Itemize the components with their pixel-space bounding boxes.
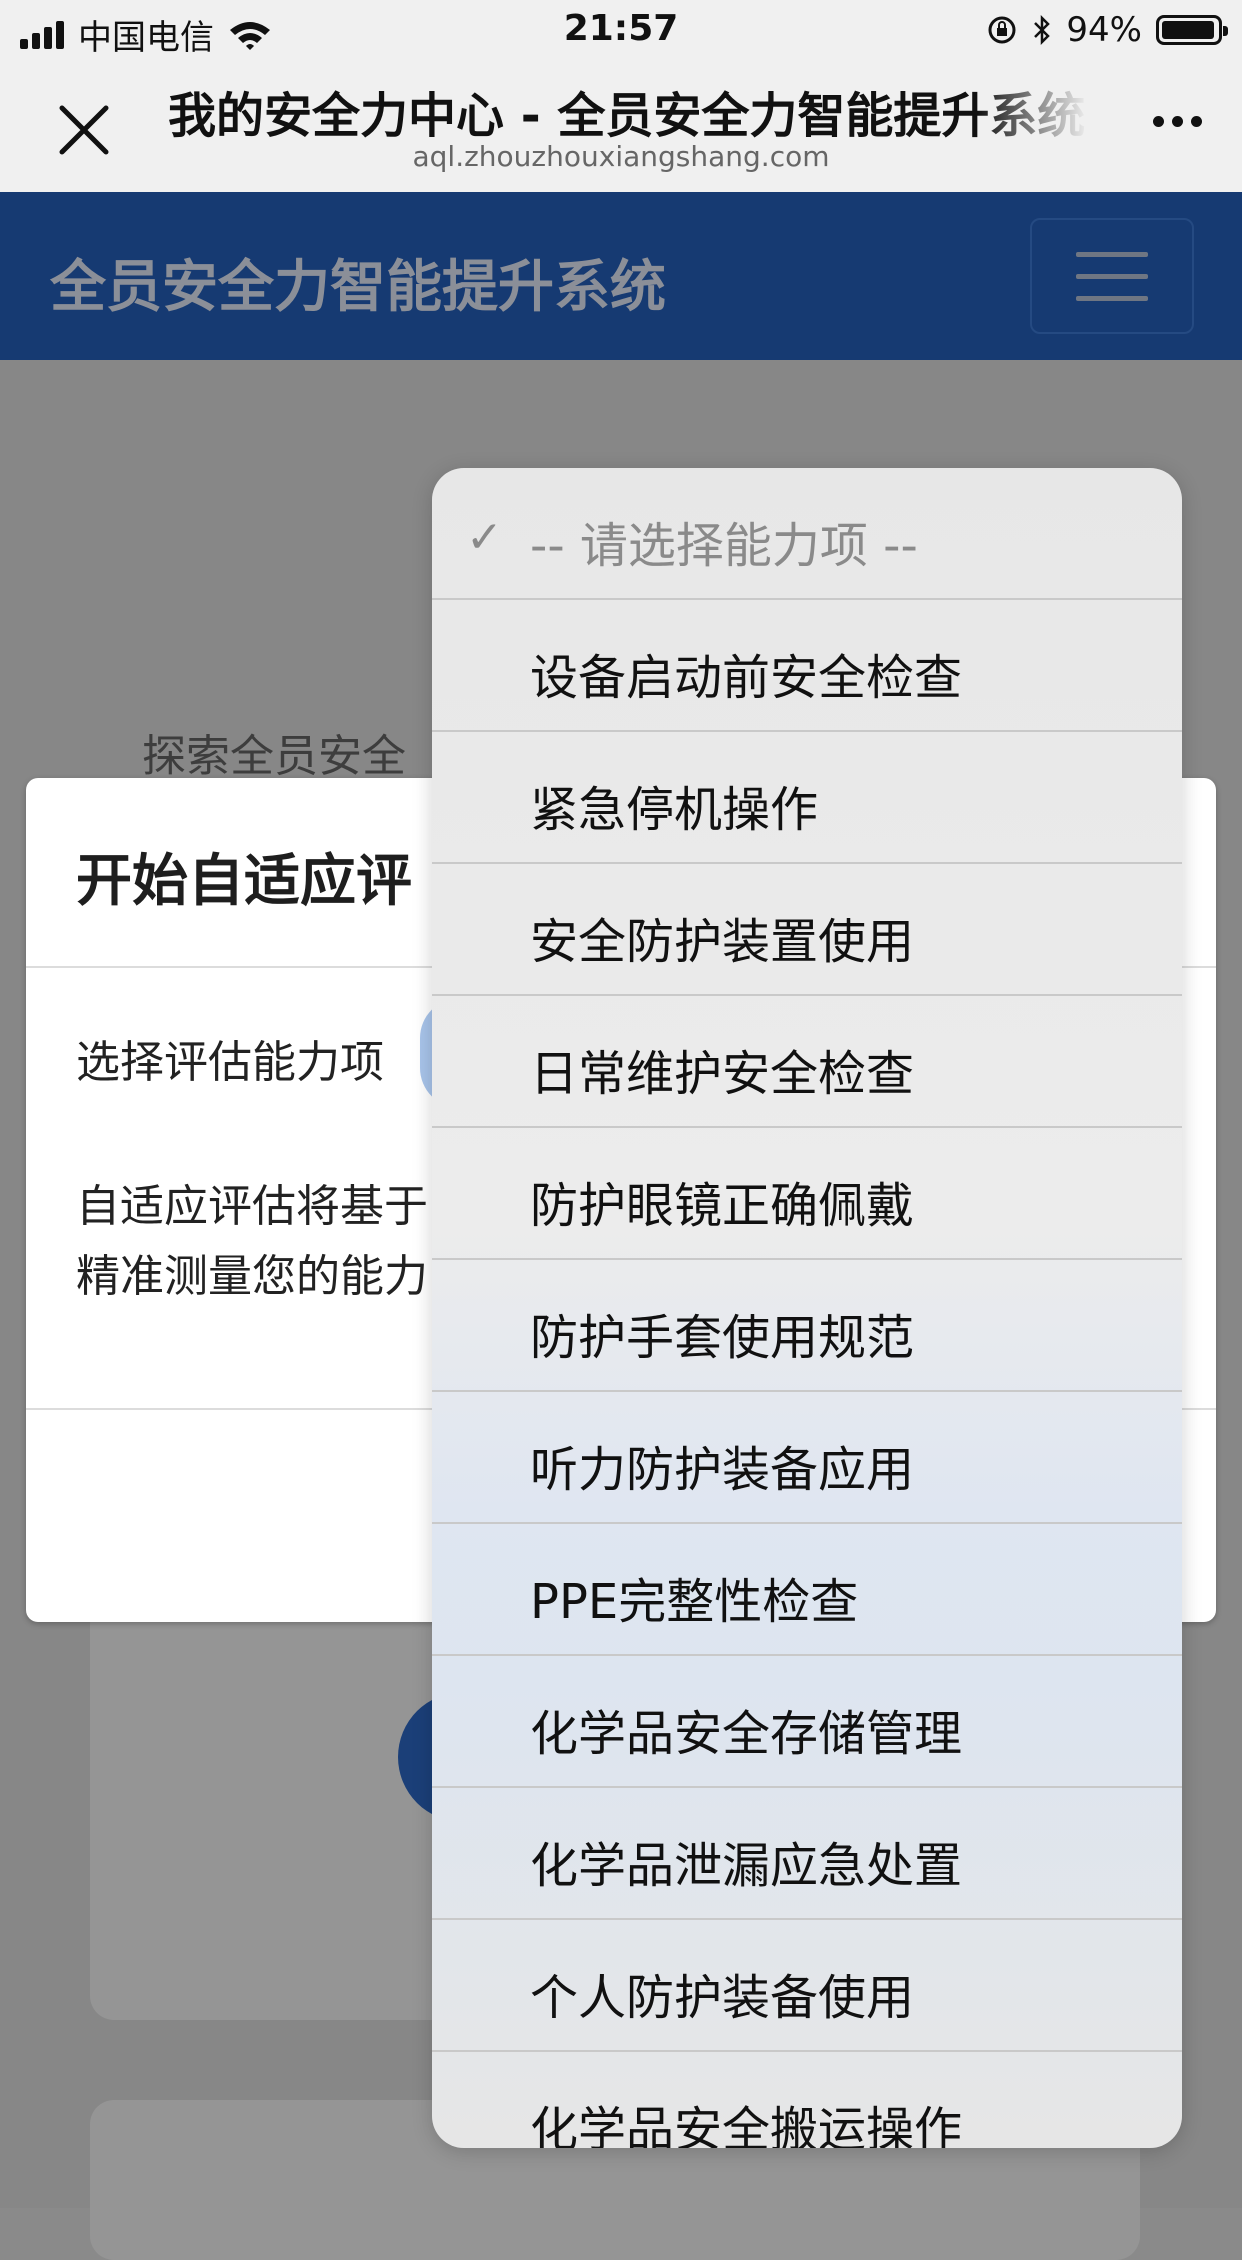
browser-page-title: 我的安全力中心 - 全员安全力智能提升系统 xyxy=(168,88,1086,144)
picker-option-label: 化学品泄漏应急处置 xyxy=(530,1838,963,1894)
ability-picker: ✓ -- 请选择能力项 -- 设备启动前安全检查 紧急停机操作 安全防护装置使用… xyxy=(432,468,1182,2148)
more-icon[interactable] xyxy=(1153,116,1202,127)
picker-option-label: 听力防护装备应用 xyxy=(530,1442,915,1498)
modal-title: 开始自适应评 xyxy=(76,849,412,914)
picker-option[interactable]: 防护眼镜正确佩戴 xyxy=(432,1128,1182,1260)
app-title: 全员安全力智能提升系统 xyxy=(50,255,666,320)
picker-option-label: 化学品安全存储管理 xyxy=(530,1706,963,1762)
background-intro-text: 探索全员安全 xyxy=(142,731,406,782)
picker-option[interactable]: 紧急停机操作 xyxy=(432,732,1182,864)
picker-option-label: 日常维护安全检查 xyxy=(530,1046,915,1102)
status-right: 94% xyxy=(986,10,1228,50)
picker-option-label: 紧急停机操作 xyxy=(530,782,819,838)
modal-description-line: 精准测量您的能力 xyxy=(76,1251,428,1302)
picker-option[interactable]: 化学品泄漏应急处置 xyxy=(432,1788,1182,1920)
modal-description: 自适应评估将基于 精准测量您的能力 xyxy=(76,1172,456,1312)
picker-option[interactable]: 化学品安全存储管理 xyxy=(432,1656,1182,1788)
battery-percent: 94% xyxy=(1066,10,1142,50)
picker-option-placeholder[interactable]: ✓ -- 请选择能力项 -- xyxy=(432,468,1182,600)
select-ability-label: 选择评估能力项 xyxy=(76,1037,384,1088)
picker-option-label: -- 请选择能力项 -- xyxy=(530,518,918,574)
picker-option[interactable]: 安全防护装置使用 xyxy=(432,864,1182,996)
picker-option-label: 安全防护装置使用 xyxy=(530,914,915,970)
picker-option[interactable]: 设备启动前安全检查 xyxy=(432,600,1182,732)
checkmark-icon: ✓ xyxy=(466,512,503,563)
browser-url: aql.zhouzhouxiangshang.com xyxy=(412,140,830,173)
picker-option-label: PPE完整性检查 xyxy=(530,1574,859,1630)
picker-option-label: 设备启动前安全检查 xyxy=(530,650,963,706)
picker-option-label: 防护眼镜正确佩戴 xyxy=(530,1178,915,1234)
picker-option-label: 防护手套使用规范 xyxy=(530,1310,915,1366)
app-header: 全员安全力智能提升系统 xyxy=(0,192,1242,360)
browser-bar: 我的安全力中心 - 全员安全力智能提升系统 aql.zhouzhouxiangs… xyxy=(0,62,1242,192)
battery-icon xyxy=(1156,15,1228,45)
picker-option-label: 个人防护装备使用 xyxy=(530,1970,915,2026)
orientation-lock-icon xyxy=(988,16,1016,44)
picker-option[interactable]: 日常维护安全检查 xyxy=(432,996,1182,1128)
picker-option[interactable]: PPE完整性检查 xyxy=(432,1524,1182,1656)
modal-description-line: 自适应评估将基于 xyxy=(76,1181,428,1232)
status-bar: 中国电信 21:57 94% xyxy=(0,0,1242,62)
picker-option-label: 化学品安全搬运操作 xyxy=(530,2102,963,2148)
picker-option[interactable]: 防护手套使用规范 xyxy=(432,1260,1182,1392)
picker-option[interactable]: 化学品安全搬运操作 xyxy=(432,2052,1182,2148)
hamburger-icon[interactable] xyxy=(1030,218,1194,334)
picker-option[interactable]: 听力防护装备应用 xyxy=(432,1392,1182,1524)
picker-option[interactable]: 个人防护装备使用 xyxy=(432,1920,1182,2052)
bluetooth-icon xyxy=(1034,14,1051,46)
